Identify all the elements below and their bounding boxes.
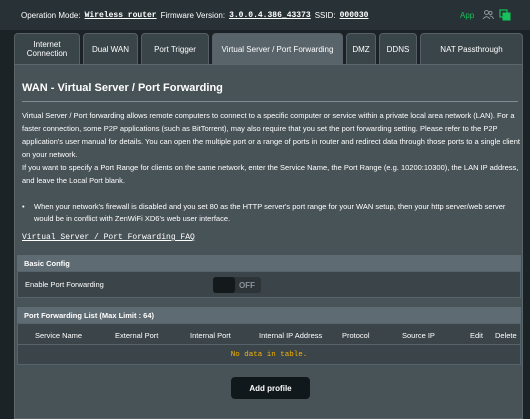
add-profile-button[interactable]: Add profile — [231, 377, 310, 399]
toggle-knob — [213, 277, 235, 293]
column-internal-ip-address: Internal IP Address — [259, 331, 323, 340]
tab-virtual-server-port-forwarding[interactable]: Virtual Server / Port Forwarding — [212, 33, 343, 64]
enable-port-forwarding-toggle[interactable]: OFF — [213, 277, 261, 293]
enable-port-forwarding-label: Enable Port Forwarding — [25, 280, 104, 289]
main-panel: WAN - Virtual Server / Port Forwarding V… — [14, 64, 523, 419]
port-forwarding-list-header: Port Forwarding List (Max Limit : 64) — [17, 307, 521, 323]
port-forwarding-table-header: Service Name External Port Internal Port… — [17, 323, 521, 345]
description-paragraph-1: Virtual Server / Port forwarding allows … — [22, 111, 520, 159]
tab-nat-passthrough[interactable]: NAT Passthrough — [420, 33, 523, 64]
toggle-state-label: OFF — [239, 280, 255, 290]
operation-mode-link[interactable]: Wireless router — [85, 11, 157, 20]
title-divider — [22, 101, 518, 102]
tab-ddns[interactable]: DDNS — [379, 33, 417, 64]
page-title: WAN - Virtual Server / Port Forwarding — [22, 82, 223, 94]
note-bullet: • — [22, 202, 25, 211]
column-internal-port: Internal Port — [190, 331, 231, 340]
app-link[interactable]: App — [460, 11, 474, 20]
description-paragraph-2: If you want to specify a Port Range for … — [22, 163, 519, 185]
firmware-link[interactable]: 3.0.0.4.386_43373 — [229, 11, 311, 20]
ssid-link[interactable]: 000030 — [340, 11, 369, 20]
empty-table-message: No data in table. — [17, 345, 521, 365]
copy-icon[interactable] — [499, 9, 511, 21]
basic-config-header: Basic Config — [17, 255, 521, 271]
column-external-port: External Port — [115, 331, 159, 340]
tab-dual-wan[interactable]: Dual WAN — [83, 33, 138, 64]
tab-port-trigger[interactable]: Port Trigger — [141, 33, 209, 64]
column-source-ip: Source IP — [402, 331, 435, 340]
description: Virtual Server / Port forwarding allows … — [22, 109, 520, 187]
tab-bar: Internet Connection Dual WAN Port Trigge… — [14, 33, 523, 64]
column-service-name: Service Name — [35, 331, 83, 340]
note-text: When your network's firewall is disabled… — [34, 202, 506, 223]
column-delete: Delete — [495, 331, 517, 340]
ssid-label: SSID: — [314, 10, 336, 20]
status-bar: Operation Mode: Wireless router Firmware… — [0, 0, 530, 30]
firmware-label: Firmware Version: — [160, 10, 226, 20]
column-protocol: Protocol — [342, 331, 370, 340]
tab-internet-connection[interactable]: Internet Connection — [14, 33, 80, 64]
tab-dmz[interactable]: DMZ — [346, 33, 376, 64]
column-edit: Edit — [470, 331, 483, 340]
people-icon[interactable] — [482, 9, 494, 21]
enable-port-forwarding-row: Enable Port Forwarding OFF — [17, 271, 521, 298]
faq-link[interactable]: Virtual Server / Port Forwarding FAQ — [22, 233, 195, 242]
firewall-note: • When your network's firewall is disabl… — [22, 201, 518, 225]
operation-mode-label: Operation Mode: — [21, 10, 81, 20]
